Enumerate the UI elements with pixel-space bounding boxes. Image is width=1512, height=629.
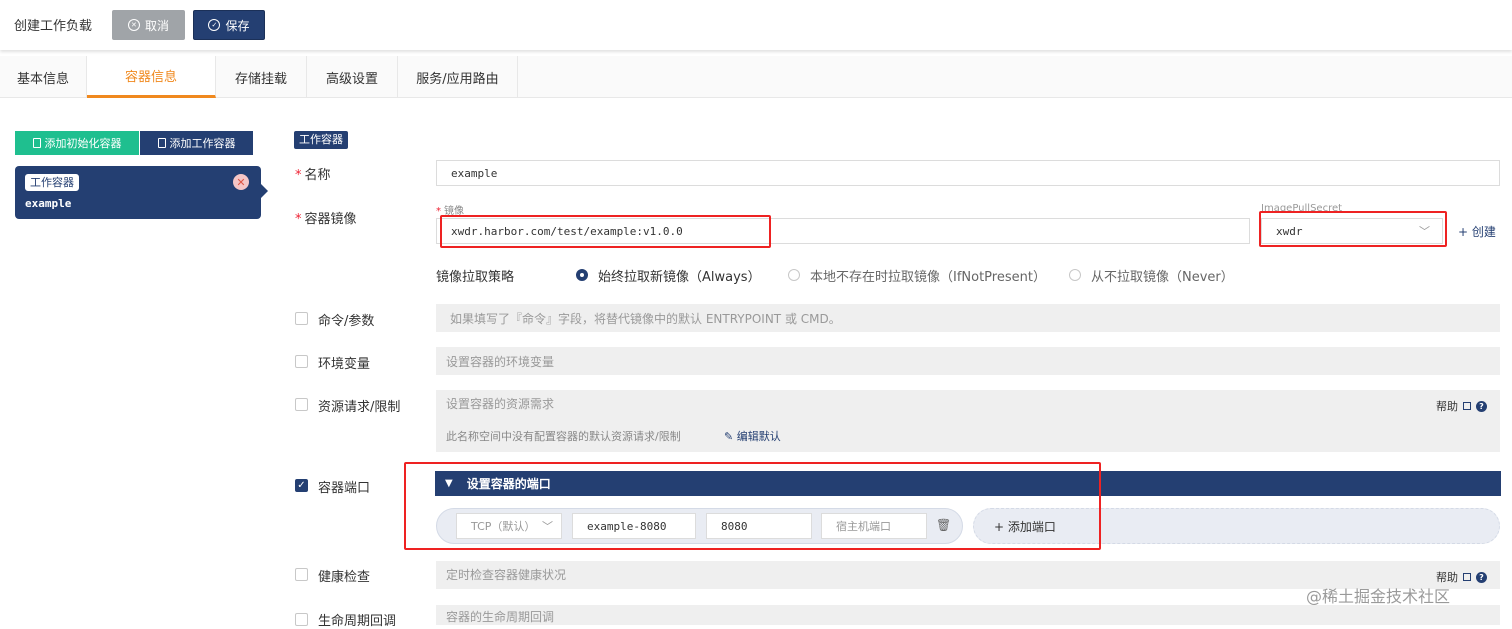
- lifecycle-panel[interactable]: 容器的生命周期回调: [436, 605, 1500, 625]
- help-icon: ?: [1476, 400, 1487, 412]
- edit-default-label: 编辑默认: [736, 430, 781, 443]
- tab-service-route[interactable]: 服务/应用路由: [398, 56, 518, 98]
- section-badge: 工作容器: [294, 131, 348, 149]
- radio-ifnotpresent-label: 本地不存在时拉取镜像（IfNotPresent）: [810, 270, 1046, 285]
- lifecycle-label: 生命周期回调: [318, 614, 397, 629]
- radio-never[interactable]: [1069, 269, 1081, 281]
- tab-advanced-settings[interactable]: 高级设置: [307, 56, 398, 98]
- tab-basic-info[interactable]: 基本信息: [0, 56, 87, 98]
- create-secret-link[interactable]: + 创建: [1458, 223, 1496, 240]
- help-label: 帮助: [1436, 400, 1458, 413]
- ports-checkbox[interactable]: ✓: [295, 479, 308, 492]
- save-check-icon: ✓: [208, 19, 221, 31]
- annotation-box-ports: [404, 462, 1101, 550]
- radio-always-label: 始终拉取新镜像（Always）: [598, 270, 761, 285]
- pull-policy-label: 镜像拉取策略: [436, 270, 515, 285]
- image-label: * 容器镜像: [295, 212, 357, 227]
- document-icon: [157, 138, 166, 148]
- name-input[interactable]: example: [436, 160, 1500, 186]
- external-link-icon: [1463, 402, 1471, 410]
- tab-bar: 基本信息 容器信息 存储挂载 高级设置 服务/应用路由: [0, 56, 1512, 98]
- radio-never-label: 从不拉取镜像（Never）: [1091, 270, 1234, 285]
- add-init-container-button[interactable]: 添加初始化容器: [15, 131, 139, 155]
- container-card[interactable]: 工作容器 example ✕: [15, 166, 268, 219]
- annotation-box-image: [440, 215, 771, 248]
- name-label: * 名称: [295, 168, 331, 183]
- save-label: 保存: [225, 18, 250, 33]
- annotation-box-secret: [1259, 211, 1447, 247]
- health-checkbox[interactable]: [295, 568, 308, 581]
- radio-ifnotpresent[interactable]: [788, 269, 800, 281]
- edit-default-link[interactable]: ✎ 编辑默认: [724, 428, 781, 444]
- resource-panel: 设置容器的资源需求 帮助 ? 此名称空间中没有配置容器的默认资源请求/限制 ✎ …: [436, 390, 1500, 452]
- tab-storage-mount[interactable]: 存储挂载: [216, 56, 307, 98]
- container-name: example: [25, 197, 72, 210]
- resource-note: 此名称空间中没有配置容器的默认资源请求/限制: [446, 430, 681, 443]
- add-init-label: 添加初始化容器: [44, 137, 122, 150]
- cancel-label: 取消: [144, 18, 169, 33]
- edit-icon: ✎: [724, 430, 734, 443]
- top-header: 创建工作负载 ✕ 取消 ✓ 保存: [0, 0, 1512, 50]
- cancel-button[interactable]: ✕ 取消: [112, 10, 185, 40]
- env-label: 环境变量: [318, 357, 371, 372]
- container-type-tag: 工作容器: [25, 174, 79, 191]
- command-label: 命令/参数: [318, 314, 375, 329]
- watermark: @稀土掘金技术社区: [1306, 587, 1451, 606]
- radio-always[interactable]: [576, 269, 588, 281]
- page-title: 创建工作负载: [14, 19, 93, 34]
- add-work-container-button[interactable]: 添加工作容器: [140, 131, 253, 155]
- resource-help[interactable]: 帮助 ?: [1436, 398, 1487, 414]
- command-placeholder[interactable]: 如果填写了『命令』字段，将替代镜像中的默认 ENTRYPOINT 或 CMD。: [436, 304, 1500, 332]
- lifecycle-checkbox[interactable]: [295, 613, 308, 626]
- external-link-icon: [1463, 573, 1471, 581]
- ports-label: 容器端口: [318, 481, 371, 496]
- health-hint: 定时检查容器健康状况: [446, 568, 567, 582]
- health-label: 健康检查: [318, 570, 371, 585]
- resource-checkbox[interactable]: [295, 398, 308, 411]
- document-icon: [32, 138, 41, 148]
- cancel-circle-icon: ✕: [127, 19, 140, 31]
- command-checkbox[interactable]: [295, 312, 308, 325]
- close-icon[interactable]: ✕: [233, 174, 249, 190]
- add-work-label: 添加工作容器: [169, 137, 236, 150]
- resource-hint: 设置容器的资源需求: [446, 397, 555, 411]
- lifecycle-hint: 容器的生命周期回调: [446, 610, 555, 624]
- save-button[interactable]: ✓ 保存: [193, 10, 265, 40]
- env-checkbox[interactable]: [295, 355, 308, 368]
- resource-label: 资源请求/限制: [318, 400, 401, 415]
- help-icon: ?: [1476, 571, 1487, 583]
- env-placeholder[interactable]: 设置容器的环境变量: [436, 347, 1500, 375]
- tab-container-info[interactable]: 容器信息: [87, 56, 216, 98]
